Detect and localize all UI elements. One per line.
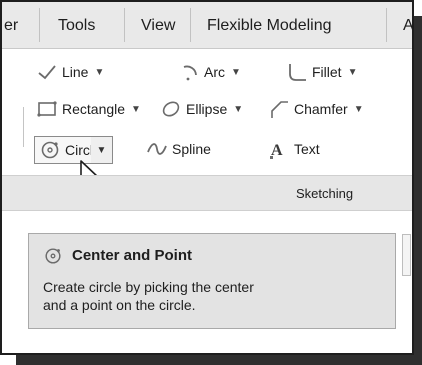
ribbon-group-bar: Sketching <box>2 175 412 211</box>
spline-label: Spline <box>172 141 211 157</box>
circle-icon <box>41 141 59 159</box>
tab-separator <box>39 8 40 42</box>
ellipse-label: Ellipse <box>186 101 228 117</box>
text-command[interactable]: A Text <box>268 136 320 162</box>
fillet-icon <box>289 64 306 81</box>
arc-command[interactable]: Arc ▼ <box>178 59 241 85</box>
ribbon-tab-bar: er Tools View Flexible Modeling A <box>2 2 412 49</box>
rectangle-command[interactable]: Rectangle ▼ <box>36 96 141 122</box>
spline-icon <box>147 143 167 155</box>
ellipse-command[interactable]: Ellipse ▼ <box>160 96 243 122</box>
tooltip-description: Create circle by picking the center and … <box>43 278 373 314</box>
chamfer-icon <box>271 101 288 118</box>
arc-dropdown-caret[interactable]: ▼ <box>231 67 241 78</box>
rectangle-label: Rectangle <box>62 101 126 117</box>
chamfer-command[interactable]: Chamfer ▼ <box>268 96 364 122</box>
chamfer-dropdown-caret[interactable]: ▼ <box>354 104 364 115</box>
line-label: Line <box>62 64 89 80</box>
tooltip-scrollbar[interactable] <box>402 234 411 276</box>
tooltip-description-line: and a point on the circle. <box>43 297 196 313</box>
tab-view[interactable]: View <box>141 2 175 49</box>
tab-separator <box>124 8 125 42</box>
center-point-circle-icon <box>45 248 61 264</box>
arc-label: Arc <box>204 64 225 80</box>
line-command[interactable]: Line ▼ <box>36 59 104 85</box>
screenshot-frame: er Tools View Flexible Modeling A Line ▼… <box>0 0 414 355</box>
fillet-label: Fillet <box>312 64 342 80</box>
tab-partial-left[interactable]: er <box>4 2 18 49</box>
sketching-ribbon: Line ▼ Arc ▼ Fillet ▼ Rectangle ▼ Ellips… <box>2 49 412 175</box>
tab-tools[interactable]: Tools <box>58 2 95 49</box>
tab-separator <box>386 8 387 42</box>
line-icon <box>38 65 56 80</box>
spline-command[interactable]: Spline <box>146 136 211 162</box>
chamfer-label: Chamfer <box>294 101 348 117</box>
rectangle-icon <box>37 101 57 117</box>
text-icon: A <box>270 142 283 159</box>
ribbon-separator <box>23 107 24 147</box>
command-tooltip: Center and Point Create circle by pickin… <box>28 233 396 329</box>
tab-flexible-modeling[interactable]: Flexible Modeling <box>207 2 332 49</box>
ellipse-dropdown-caret[interactable]: ▼ <box>233 104 243 115</box>
tooltip-description-line: Create circle by picking the center <box>43 279 254 295</box>
tooltip-title: Center and Point <box>72 247 193 264</box>
line-dropdown-caret[interactable]: ▼ <box>94 67 104 78</box>
group-label-sketching[interactable]: Sketching <box>296 176 353 212</box>
fillet-dropdown-caret[interactable]: ▼ <box>348 67 358 78</box>
tab-separator <box>190 8 191 42</box>
text-label: Text <box>294 141 320 157</box>
rectangle-dropdown-caret[interactable]: ▼ <box>131 104 141 115</box>
fillet-command[interactable]: Fillet ▼ <box>286 59 357 85</box>
arc-icon <box>183 65 197 81</box>
tab-partial-right[interactable]: A <box>403 2 412 49</box>
ellipse-icon <box>162 101 180 117</box>
